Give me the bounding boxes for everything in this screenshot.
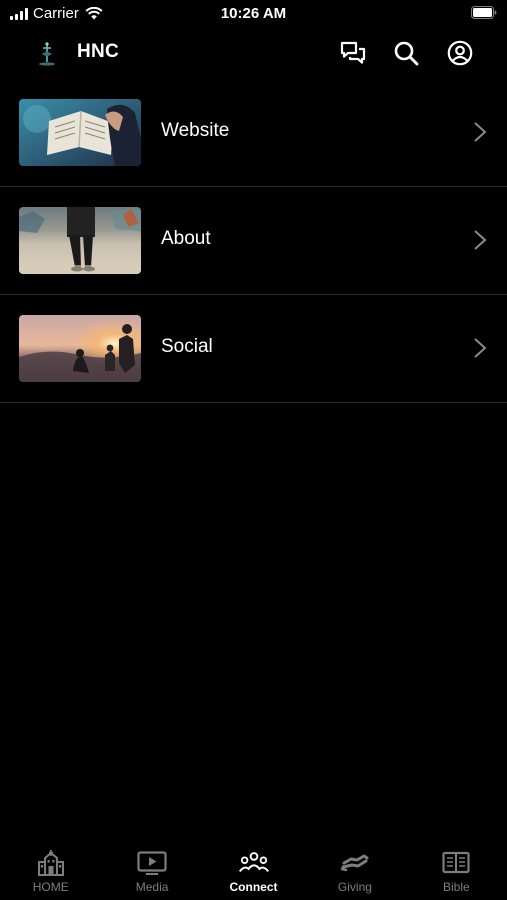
chevron-right-icon bbox=[474, 338, 487, 358]
search-button[interactable] bbox=[392, 39, 420, 67]
bible-reading-photo bbox=[19, 99, 141, 166]
tab-giving[interactable]: Giving bbox=[304, 842, 405, 900]
account-button[interactable] bbox=[446, 39, 474, 67]
tab-bible[interactable]: Bible bbox=[406, 842, 507, 900]
bottom-tab-bar: HOME Media Connect Giving Bible bbox=[0, 842, 507, 900]
chat-icon bbox=[340, 41, 366, 64]
chevron-right-icon bbox=[474, 230, 487, 250]
app-header: HNC bbox=[0, 30, 507, 76]
menu-item-label: About bbox=[161, 228, 211, 249]
tab-label: Bible bbox=[442, 880, 470, 894]
giving-hand-icon bbox=[340, 854, 369, 872]
status-time: 10:26 AM bbox=[220, 5, 287, 22]
church-building-icon bbox=[37, 850, 64, 876]
status-bar: Carrier 10:26 AM bbox=[0, 0, 507, 28]
tab-label: Connect bbox=[229, 880, 278, 894]
person-standing-photo bbox=[19, 207, 141, 274]
app-title: HNC bbox=[77, 41, 120, 62]
chat-button[interactable] bbox=[339, 39, 367, 67]
search-icon bbox=[394, 41, 419, 66]
tab-label: Giving bbox=[337, 880, 372, 894]
tab-label: HOME bbox=[32, 880, 69, 894]
menu-item-website[interactable]: Website bbox=[0, 79, 507, 187]
video-play-icon bbox=[137, 851, 167, 875]
tab-media[interactable]: Media bbox=[101, 842, 202, 900]
connect-menu-list: Website About Social bbox=[0, 79, 507, 403]
tab-connect[interactable]: Connect bbox=[203, 842, 304, 900]
tab-label: Media bbox=[135, 880, 169, 894]
people-group-icon bbox=[238, 852, 269, 873]
menu-item-label: Website bbox=[161, 120, 230, 141]
church-logo-icon[interactable] bbox=[36, 40, 58, 66]
battery-icon bbox=[471, 6, 497, 19]
sunset-people-photo bbox=[19, 315, 141, 382]
menu-item-label: Social bbox=[161, 336, 213, 357]
menu-item-social[interactable]: Social bbox=[0, 295, 507, 403]
tab-home[interactable]: HOME bbox=[0, 842, 101, 900]
chevron-right-icon bbox=[474, 122, 487, 142]
account-icon bbox=[447, 40, 473, 66]
open-book-icon bbox=[442, 851, 470, 874]
menu-item-about[interactable]: About bbox=[0, 187, 507, 295]
